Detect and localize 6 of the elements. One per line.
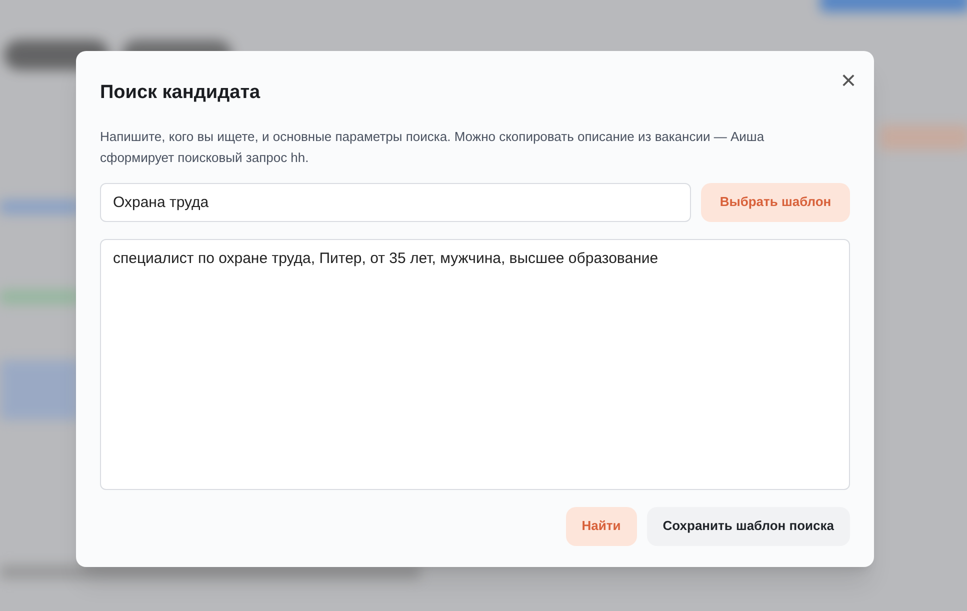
save-template-button[interactable]: Сохранить шаблон поиска: [646, 506, 850, 546]
dialog-title: Поиск кандидата: [100, 81, 260, 105]
title-field[interactable]: Охрана труда: [100, 182, 691, 222]
dialog-description: Напишите, кого вы ищете, и основные параметры поиска. Можно скопировать описание из вакансии — Аиша сформирует поисковый запрос hh.: [100, 128, 766, 167]
close-button[interactable]: ×: [840, 67, 856, 93]
query-field[interactable]: специалист по охране труда, Питер, от 35 лет, мужчина, высшее образование: [100, 238, 850, 490]
